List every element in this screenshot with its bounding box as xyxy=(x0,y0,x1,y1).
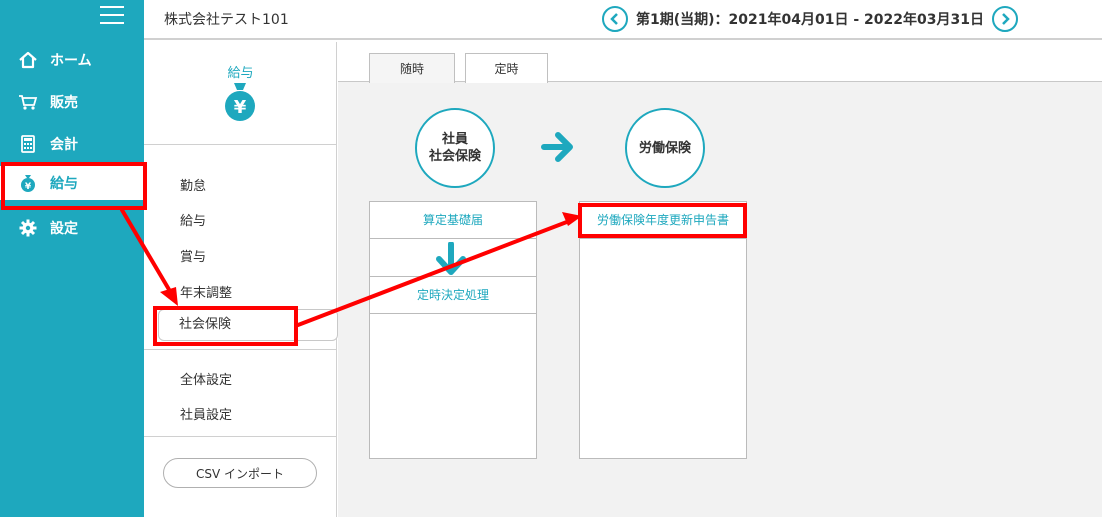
tab-occasional[interactable]: 随時 xyxy=(369,53,455,83)
payroll-submenu: 給与 ¥ 勤怠 給与 賞与 年末調整 社会保険 全体設定 社員設定 CSV イン… xyxy=(144,42,338,517)
divider xyxy=(370,238,536,239)
labor-insurance-annual-update-link[interactable]: 労働保険年度更新申告書 xyxy=(580,211,746,228)
chevron-left-icon xyxy=(610,13,618,25)
main-content: 随時 定時 社員 社会保険 労働保険 算定基礎届 定時決定処理 労働保険年度更新… xyxy=(338,42,1102,517)
divider xyxy=(580,238,746,239)
nav-item-settings[interactable]: 設定 xyxy=(0,211,144,245)
hamburger-menu-icon[interactable] xyxy=(100,6,124,24)
circle-label: 社員 社会保険 xyxy=(428,132,481,164)
left-nav: ホーム 販売 会計 ¥ 給与 設定 xyxy=(0,0,144,517)
fiscal-period-label: 第1期(当期)：2021年04月01日 - 2022年03月31日 xyxy=(636,12,984,28)
top-header: 株式会社テスト101 第1期(当期)：2021年04月01日 - 2022年03… xyxy=(144,0,1102,40)
divider xyxy=(144,144,337,145)
csv-import-button[interactable]: CSV インポート xyxy=(163,458,317,488)
submenu-item-salary[interactable]: 給与 xyxy=(180,210,206,229)
nav-item-label: 会計 xyxy=(50,137,78,153)
submenu-item-general-settings[interactable]: 全体設定 xyxy=(180,369,232,388)
submenu-item-attendance[interactable]: 勤怠 xyxy=(180,175,206,194)
submenu-item-employee-settings[interactable]: 社員設定 xyxy=(180,404,232,423)
nav-item-label: ホーム xyxy=(50,53,92,69)
submenu-item-social-insurance[interactable]: 社会保険 xyxy=(158,309,338,341)
divider xyxy=(144,436,337,437)
circle-label: 労働保険 xyxy=(638,140,691,156)
regular-determination-link[interactable]: 定時決定処理 xyxy=(370,286,536,303)
nav-item-sales[interactable]: 販売 xyxy=(0,85,144,119)
labor-insurance-process-box: 労働保険年度更新申告書 xyxy=(579,201,747,459)
social-insurance-process-box: 算定基礎届 定時決定処理 xyxy=(369,201,537,459)
money-bag-icon: ¥ xyxy=(223,82,257,122)
gear-icon xyxy=(18,218,38,238)
submenu-item-year-end-adjustment[interactable]: 年末調整 xyxy=(180,282,232,301)
nav-item-home[interactable]: ホーム xyxy=(0,43,144,77)
calculation-base-report-link[interactable]: 算定基礎届 xyxy=(370,211,536,228)
divider xyxy=(370,313,536,314)
company-name: 株式会社テスト101 xyxy=(164,12,289,28)
home-icon xyxy=(18,50,38,70)
svg-text:¥: ¥ xyxy=(25,182,32,192)
nav-item-payroll[interactable]: ¥ 給与 xyxy=(0,166,144,200)
svg-text:¥: ¥ xyxy=(234,97,247,118)
submenu-title: 給与 xyxy=(227,66,254,81)
arrow-down-icon xyxy=(434,241,468,278)
employee-social-insurance-circle: 社員 社会保険 xyxy=(415,108,495,188)
nav-item-accounting[interactable]: 会計 xyxy=(0,127,144,161)
period-selector: 第1期(当期)：2021年04月01日 - 2022年03月31日 xyxy=(602,4,1018,34)
labor-insurance-circle: 労働保険 xyxy=(625,108,705,188)
next-period-button[interactable] xyxy=(991,6,1018,32)
chevron-right-icon xyxy=(1002,13,1010,25)
divider xyxy=(370,276,536,277)
previous-period-button[interactable] xyxy=(602,6,628,32)
tab-bar: 随時 定時 xyxy=(338,42,1102,83)
divider xyxy=(144,349,337,350)
submenu-item-bonus[interactable]: 賞与 xyxy=(180,246,206,265)
money-bag-icon: ¥ xyxy=(18,173,38,193)
arrow-right-icon xyxy=(541,130,575,164)
nav-item-label: 設定 xyxy=(50,221,78,237)
cart-icon xyxy=(18,92,38,112)
nav-item-label: 販売 xyxy=(50,95,78,111)
tab-regular[interactable]: 定時 xyxy=(465,53,548,83)
nav-item-label: 給与 xyxy=(50,176,78,192)
calculator-icon xyxy=(18,134,38,154)
